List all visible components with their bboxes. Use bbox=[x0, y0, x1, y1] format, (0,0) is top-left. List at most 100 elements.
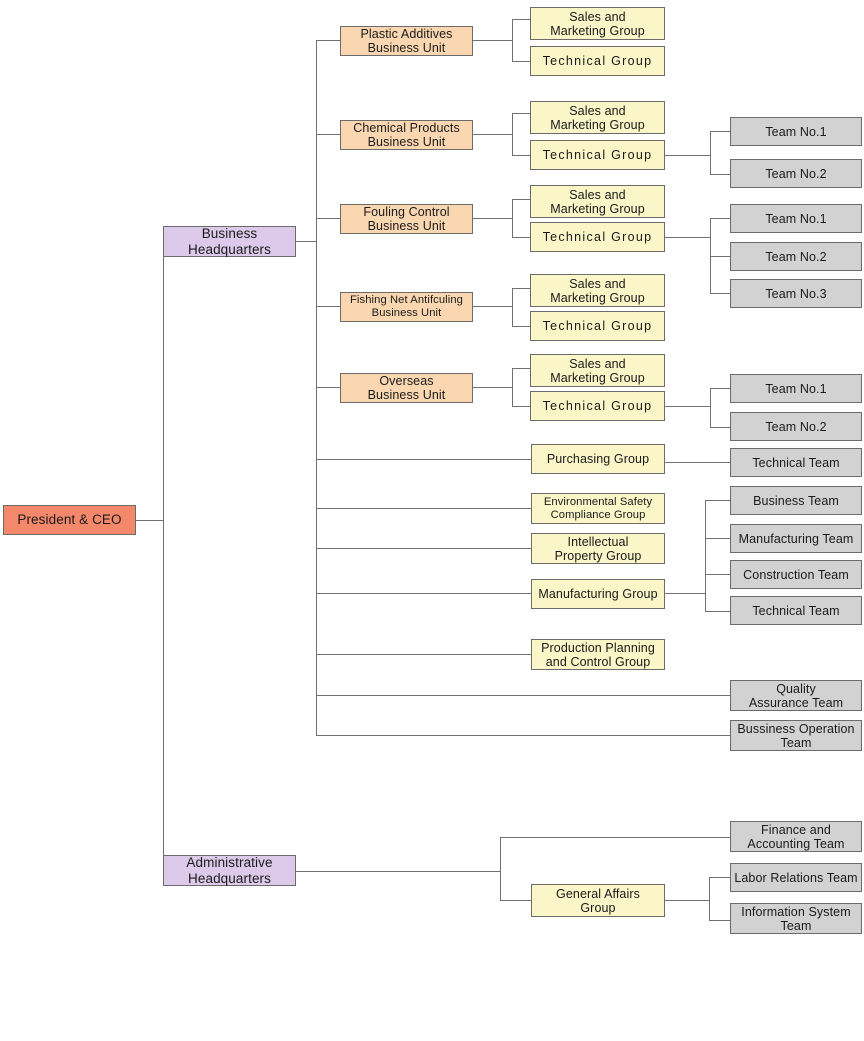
connector-general-affairs-stub bbox=[665, 900, 709, 901]
node-group-technical-2[interactable]: Technical Group bbox=[530, 140, 665, 170]
node-label: Sales and Marketing Group bbox=[550, 276, 645, 305]
node-team-labor-relations[interactable]: Labor Relations Team bbox=[730, 863, 862, 892]
connector-manufacturing-stub bbox=[665, 593, 705, 594]
connector-trunk-to-unit-5 bbox=[316, 387, 340, 388]
node-group-production-planning[interactable]: Production Planning and Control Group bbox=[531, 639, 665, 670]
connector-manufacturing-to-construction-team bbox=[705, 574, 730, 575]
node-label: Team No.2 bbox=[765, 166, 827, 181]
node-team-finance-accounting[interactable]: Finance and Accounting Team bbox=[730, 821, 862, 852]
connector-manufacturing-split bbox=[705, 500, 706, 611]
node-team-manufacturing[interactable]: Manufacturing Team bbox=[730, 524, 862, 553]
connector-trunk-to-quality-team bbox=[316, 695, 730, 696]
connector-unit4-split bbox=[512, 288, 513, 326]
connector-unit3-stub bbox=[473, 218, 512, 219]
node-label: Quality Assurance Team bbox=[748, 681, 844, 710]
node-team-business[interactable]: Business Team bbox=[730, 486, 862, 515]
node-business-unit-fouling-control[interactable]: Fouling Control Business Unit bbox=[340, 204, 473, 234]
node-team-construction[interactable]: Construction Team bbox=[730, 560, 862, 589]
node-group-technical-4[interactable]: Technical Group bbox=[530, 311, 665, 341]
node-group-environmental-safety[interactable]: Environmental Safety Compliance Group bbox=[531, 493, 665, 524]
node-group-sales-marketing-1[interactable]: Sales and Marketing Group bbox=[530, 7, 665, 40]
node-label: Information System Team bbox=[741, 904, 851, 933]
connector-tech3-to-team2 bbox=[710, 256, 730, 257]
connector-unit2-stub bbox=[473, 134, 512, 135]
connector-manufacturing-to-business-team bbox=[705, 500, 730, 501]
node-business-headquarters[interactable]: Business Headquarters bbox=[163, 226, 296, 257]
connector-adminhq-stub bbox=[296, 871, 500, 872]
node-group-technical-3[interactable]: Technical Group bbox=[530, 222, 665, 252]
node-team-business-operation[interactable]: Bussiness Operation Team bbox=[730, 720, 862, 751]
node-president-ceo[interactable]: President & CEO bbox=[3, 505, 136, 535]
connector-unit2-split bbox=[512, 113, 513, 155]
connector-unit5-to-technical bbox=[512, 406, 530, 407]
node-label: Manufacturing Group bbox=[538, 587, 658, 601]
node-label: Construction Team bbox=[743, 567, 849, 582]
node-group-purchasing[interactable]: Purchasing Group bbox=[531, 444, 665, 474]
node-label: Fishing Net Antifculing Business Unit bbox=[350, 294, 463, 319]
connector-unit4-to-technical bbox=[512, 326, 530, 327]
node-team-fouling-1[interactable]: Team No.1 bbox=[730, 204, 862, 233]
node-team-manufacturing-technical[interactable]: Technical Team bbox=[730, 596, 862, 625]
node-team-overseas-1[interactable]: Team No.1 bbox=[730, 374, 862, 403]
node-team-overseas-2[interactable]: Team No.2 bbox=[730, 412, 862, 441]
connector-unit1-to-sales bbox=[512, 19, 530, 20]
node-team-quality-assurance[interactable]: Quality Assurance Team bbox=[730, 680, 862, 711]
node-label: Technical Group bbox=[542, 148, 653, 162]
connector-root-stub bbox=[136, 520, 163, 521]
connector-tech2-stub bbox=[665, 155, 710, 156]
connector-tech3-to-team1 bbox=[710, 218, 730, 219]
node-team-purchasing-technical[interactable]: Technical Team bbox=[730, 448, 862, 477]
connector-adminhq-to-general-affairs bbox=[500, 900, 531, 901]
node-business-unit-plastic-additives[interactable]: Plastic Additives Business Unit bbox=[340, 26, 473, 56]
node-label: Technical Group bbox=[542, 230, 653, 244]
connector-general-affairs-split bbox=[709, 877, 710, 920]
node-group-sales-marketing-2[interactable]: Sales and Marketing Group bbox=[530, 101, 665, 134]
connector-tech5-to-team1 bbox=[710, 388, 730, 389]
connector-tech5-stub bbox=[665, 406, 710, 407]
org-chart-canvas: President & CEO Business Headquarters Pl… bbox=[0, 0, 864, 1041]
connector-unit1-to-technical bbox=[512, 61, 530, 62]
connector-tech3-stub bbox=[665, 237, 710, 238]
node-group-manufacturing[interactable]: Manufacturing Group bbox=[531, 579, 665, 609]
connector-general-affairs-to-information bbox=[709, 920, 730, 921]
connector-trunk-to-unit-1 bbox=[316, 40, 340, 41]
node-group-intellectual-property[interactable]: Intellectual Property Group bbox=[531, 533, 665, 564]
connector-bizhq-stub bbox=[296, 241, 316, 242]
node-team-fouling-3[interactable]: Team No.3 bbox=[730, 279, 862, 308]
node-business-unit-chemical-products[interactable]: Chemical Products Business Unit bbox=[340, 120, 473, 150]
node-group-general-affairs[interactable]: General Affairs Group bbox=[531, 884, 665, 917]
connector-unit3-to-technical bbox=[512, 237, 530, 238]
node-business-unit-overseas[interactable]: Overseas Business Unit bbox=[340, 373, 473, 403]
node-administrative-headquarters[interactable]: Administrative Headquarters bbox=[163, 855, 296, 886]
connector-unit3-split bbox=[512, 199, 513, 237]
connector-unit2-to-technical bbox=[512, 155, 530, 156]
node-business-unit-fishing-net[interactable]: Fishing Net Antifculing Business Unit bbox=[340, 292, 473, 322]
node-team-fouling-2[interactable]: Team No.2 bbox=[730, 242, 862, 271]
connector-adminhq-to-finance-team bbox=[500, 837, 730, 838]
node-label: Purchasing Group bbox=[546, 452, 650, 466]
node-group-sales-marketing-5[interactable]: Sales and Marketing Group bbox=[530, 354, 665, 387]
connector-trunk-to-group-4 bbox=[316, 593, 531, 594]
node-label: Sales and Marketing Group bbox=[550, 187, 645, 216]
connector-unit1-split bbox=[512, 19, 513, 61]
connector-manufacturing-to-technical-team bbox=[705, 611, 730, 612]
connector-unit5-split bbox=[512, 368, 513, 406]
node-label: Team No.2 bbox=[765, 419, 827, 434]
node-group-technical-1[interactable]: Technical Group bbox=[530, 46, 665, 76]
connector-trunk-to-operation-team bbox=[316, 735, 730, 736]
connector-adminhq-split bbox=[500, 837, 501, 900]
node-label: Sales and Marketing Group bbox=[550, 356, 645, 385]
node-group-sales-marketing-3[interactable]: Sales and Marketing Group bbox=[530, 185, 665, 218]
node-label: General Affairs Group bbox=[556, 886, 640, 915]
connector-trunk-to-group-3 bbox=[316, 548, 531, 549]
connector-trunk-to-group-2 bbox=[316, 508, 531, 509]
node-team-chemical-1[interactable]: Team No.1 bbox=[730, 117, 862, 146]
node-label: Business Team bbox=[753, 493, 839, 508]
node-label: Sales and Marketing Group bbox=[550, 103, 645, 132]
node-label: Business Headquarters bbox=[188, 226, 271, 257]
node-team-information-system[interactable]: Information System Team bbox=[730, 903, 862, 934]
connector-unit5-stub bbox=[473, 387, 512, 388]
node-group-sales-marketing-4[interactable]: Sales and Marketing Group bbox=[530, 274, 665, 307]
node-team-chemical-2[interactable]: Team No.2 bbox=[730, 159, 862, 188]
node-group-technical-5[interactable]: Technical Group bbox=[530, 391, 665, 421]
